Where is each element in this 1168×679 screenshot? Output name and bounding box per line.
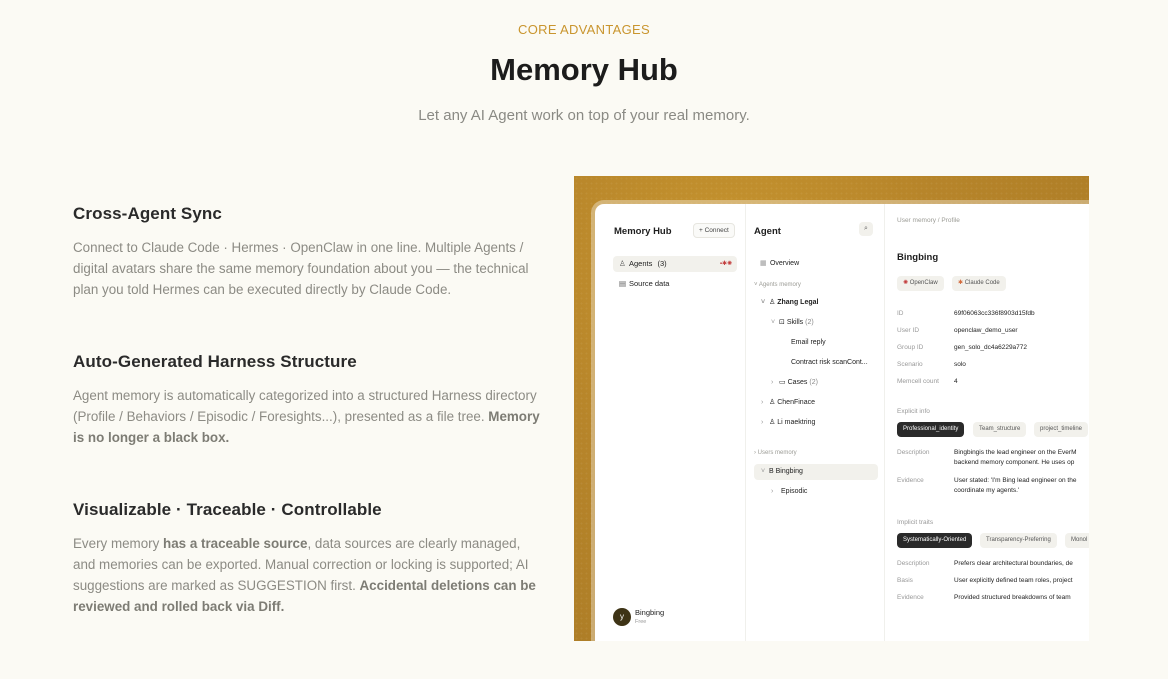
profile-name: Bingbing [897, 252, 939, 263]
chevron-down-icon: ˅ [761, 468, 766, 475]
tree-item-contract[interactable]: Contract risk scanCont... [791, 356, 868, 370]
explicit-info-label: Explicit info [897, 408, 930, 415]
product-screenshot: Memory Hub + Connect ♙ Agents (3) ▪✱✺ ▤ So… [574, 176, 1089, 641]
tab-monol[interactable]: Monol [1065, 533, 1089, 548]
field-key: Evidence [897, 477, 924, 484]
memory-hub-app: Memory Hub + Connect ♙ Agents (3) ▪✱✺ ▤ So… [595, 204, 1089, 641]
chevron-right-icon: › [761, 399, 764, 406]
search-icon[interactable]: ⌕ [859, 222, 873, 236]
tree-item-li[interactable]: › ♙ Li maektring [761, 416, 815, 430]
agent-tree: Agent ⌕ ▦ Overview ˅ Agents memory ˅ ♙ Zh… [745, 204, 883, 641]
tree-item-episodic[interactable]: › Episodic [771, 485, 807, 499]
field-value: coordinate my agents.' [954, 487, 1020, 494]
user-icon: B [769, 468, 774, 475]
section-agents-memory: ˅ Agents memory [754, 282, 801, 288]
page-title: Memory Hub [490, 52, 678, 87]
field-key: Memcell count [897, 378, 939, 385]
chevron-right-icon: › [761, 419, 764, 426]
field-key: User ID [897, 327, 920, 334]
tree-item-skills[interactable]: ˅ ⊡ Skills (2) [771, 316, 814, 330]
tab-transparency-preferring[interactable]: Transparency-Preferring [980, 533, 1057, 548]
field-value: User stated: 'I'm Bing lead engineer on … [954, 477, 1077, 484]
tree-item-chen[interactable]: › ♙ ChenFinace [761, 396, 815, 410]
field-key: Evidence [897, 594, 924, 601]
sidebar-title: Memory Hub [614, 226, 672, 237]
feature-harness-structure: Auto-Generated Harness Structure Agent m… [73, 352, 543, 448]
section-users-memory: › Users memory [754, 450, 797, 456]
sidebar-item-source-data[interactable]: ▤ Source data [613, 276, 737, 292]
breadcrumb: User memory / Profile [897, 217, 960, 224]
field-value: 69f06063cc336f8903d15fdb [954, 310, 1035, 317]
claude-icon: ✱ [958, 280, 964, 286]
feature-traceable: Visualizable · Traceable · Controllable … [73, 500, 543, 617]
user-name: Bingbing [635, 608, 665, 617]
tab-systematically-oriented[interactable]: Systematically-Oriented [897, 533, 973, 548]
tree-item-overview[interactable]: ▦ Overview [760, 257, 799, 271]
tree-item-email-reply[interactable]: Email reply [791, 336, 826, 350]
connect-button[interactable]: + Connect [693, 223, 735, 238]
feature-cross-agent-sync: Cross-Agent Sync Connect to Claude Code … [73, 204, 543, 300]
user-plan: Free [635, 619, 647, 625]
chevron-down-icon: ˅ [771, 319, 776, 326]
tab-professional-identity[interactable]: Professional_identity [897, 422, 965, 437]
avatar[interactable]: y [613, 608, 631, 626]
field-value: 4 [954, 378, 958, 385]
implicit-traits-label: Implicit traits [897, 519, 934, 526]
tree-item-cases[interactable]: › ▭ Cases (2) [771, 376, 818, 390]
field-key: Description [897, 560, 930, 567]
chevron-down-icon: ˅ [761, 299, 766, 306]
case-icon: ▭ [779, 379, 786, 386]
agent-icon: ♙ [769, 399, 776, 406]
field-key: ID [897, 310, 904, 317]
feature-text: Agent memory is automatically categorize… [73, 388, 540, 445]
profile-detail: User memory / Profile Bingbing ✺ OpenCla… [884, 204, 1089, 641]
skill-icon: ⊡ [779, 319, 785, 326]
field-value: openclaw_demo_user [954, 327, 1018, 334]
tree-item-zhang-legal[interactable]: ˅ ♙ Zhang Legal [761, 296, 818, 310]
tab-team-structure[interactable]: Team_structure [973, 422, 1027, 437]
feature-text: Connect to Claude Code · Hermes · OpenCl… [73, 240, 529, 297]
field-key: Group ID [897, 344, 924, 351]
chevron-right-icon: › [771, 379, 774, 386]
chevron-right-icon: › [771, 488, 774, 495]
agent-icon: ♙ [619, 259, 626, 268]
field-value: Prefers clear architectural boundaries, … [954, 560, 1073, 567]
field-value: Provided structured breakdowns of team [954, 594, 1071, 601]
sidebar: Memory Hub + Connect ♙ Agents (3) ▪✱✺ ▤ So… [595, 204, 745, 641]
chevron-right-icon: › [754, 450, 756, 456]
feature-title: Visualizable · Traceable · Controllable [73, 500, 382, 519]
database-icon: ▤ [619, 279, 627, 288]
field-value: solo [954, 361, 966, 368]
openclaw-icon: ✺ [903, 280, 909, 286]
agent-icon: ♙ [769, 419, 776, 426]
feature-text: Every memory has a traceable source, dat… [73, 536, 536, 614]
tree-item-bingbing[interactable]: ˅ B Bingbing [761, 465, 803, 479]
agent-logos-icon: ▪✱✺ [719, 261, 732, 267]
sidebar-item-agents[interactable]: ♙ Agents (3) ▪✱✺ [613, 256, 737, 272]
field-value: User explicitly defined team roles, proj… [954, 577, 1073, 584]
feature-title: Cross-Agent Sync [73, 204, 222, 223]
field-value: backend memory component. He uses op [954, 459, 1075, 466]
tag-claude-code: ✱ Claude Code [952, 276, 1006, 291]
tag-openclaw: ✺ OpenClaw [897, 276, 944, 291]
eyebrow: CORE ADVANTAGES [518, 22, 650, 37]
field-value: gen_solo_dc4a6229a772 [954, 344, 1028, 351]
chevron-down-icon: ˅ [754, 282, 758, 288]
page-subtitle: Let any AI Agent work on top of your rea… [418, 107, 750, 124]
grid-icon: ▦ [760, 260, 767, 267]
field-value: Bingbingis the lead engineer on the Ever… [954, 449, 1077, 456]
field-key: Description [897, 449, 930, 456]
feature-title: Auto-Generated Harness Structure [73, 352, 357, 371]
field-key: Scenario [897, 361, 923, 368]
agent-icon: ♙ [769, 299, 776, 306]
field-key: Basis [897, 577, 913, 584]
tab-project-timeline[interactable]: project_timeline [1034, 422, 1089, 437]
agent-column-title: Agent [754, 226, 781, 237]
